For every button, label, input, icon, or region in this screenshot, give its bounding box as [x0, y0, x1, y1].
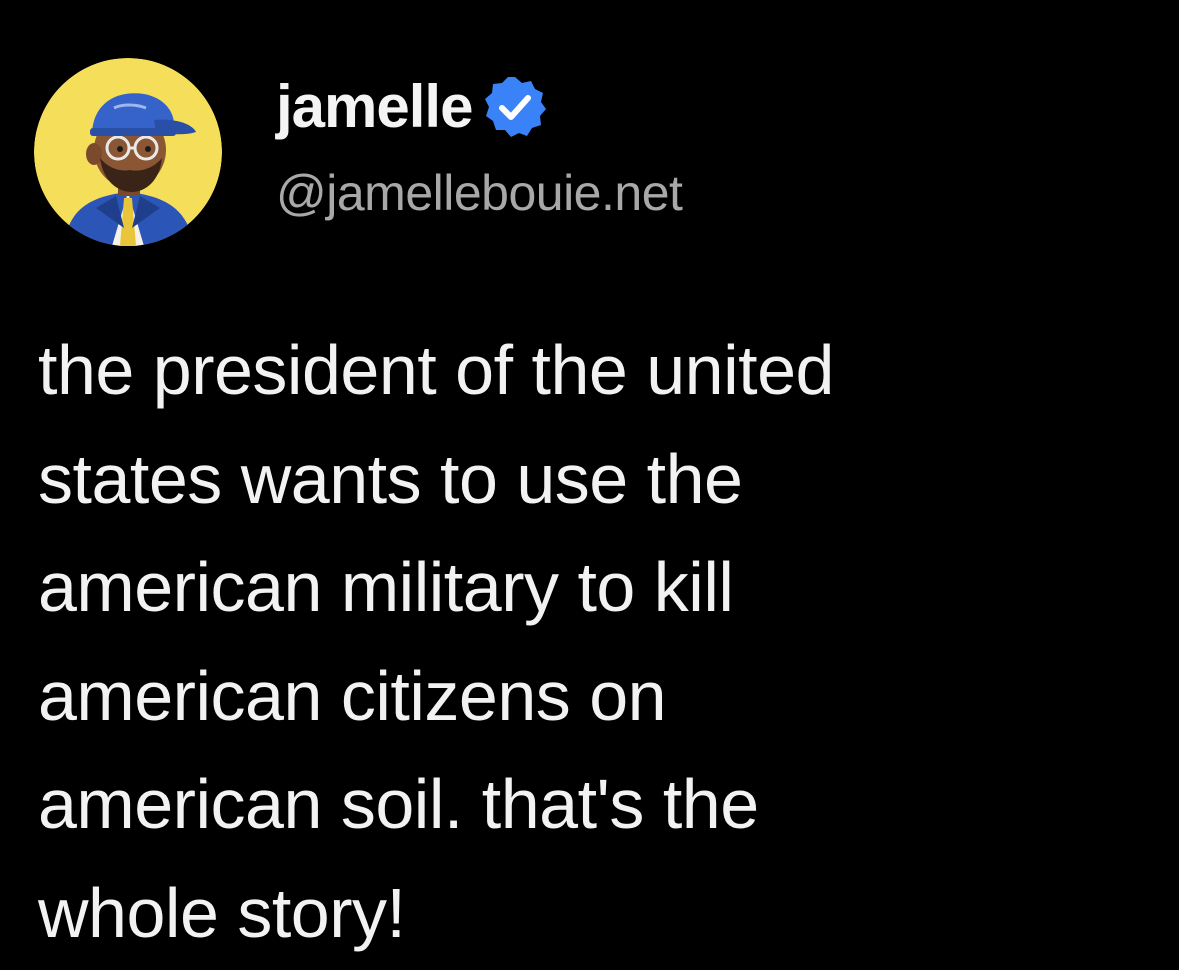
- author-handle[interactable]: @jamellebouie.net: [276, 168, 683, 218]
- author-display-name[interactable]: jamelle: [276, 77, 473, 137]
- cartoon-avatar-icon: [34, 58, 222, 246]
- verified-check-icon: [485, 77, 547, 137]
- post-body-text: the president of the united states wants…: [38, 331, 834, 952]
- avatar[interactable]: [34, 58, 222, 246]
- post-card: jamelle @jamellebouie.net the president …: [0, 0, 1179, 970]
- verified-badge: [482, 74, 548, 140]
- author-name-row: jamelle: [276, 72, 548, 142]
